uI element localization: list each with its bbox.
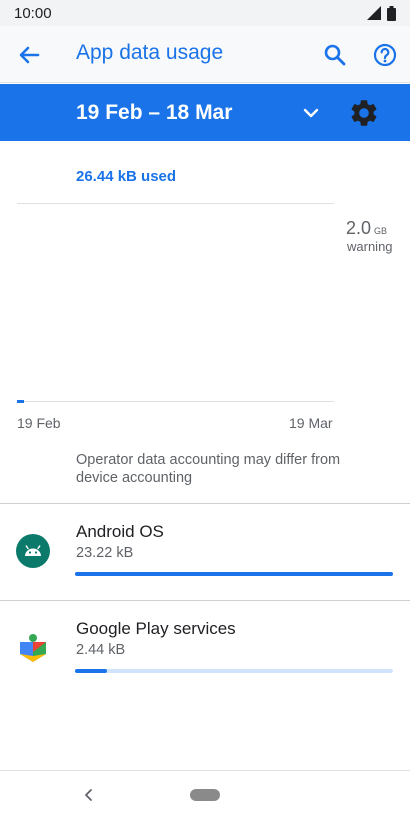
signal-icon xyxy=(367,6,381,20)
page-title: App data usage xyxy=(76,41,224,64)
usage-bar xyxy=(75,572,393,576)
warning-unit: GB xyxy=(374,226,388,236)
accounting-note: Operator data accounting may differ from… xyxy=(76,452,341,486)
app-row-google-play-services[interactable]: Google Play services 2.44 kB xyxy=(0,601,410,697)
chevron-down-icon[interactable] xyxy=(296,98,326,128)
usage-bar-fill xyxy=(75,669,107,673)
app-name: Google Play services xyxy=(76,619,236,638)
usage-bar xyxy=(75,669,393,673)
battery-icon xyxy=(387,5,396,21)
help-icon[interactable] xyxy=(370,40,400,70)
back-chevron-icon[interactable] xyxy=(80,786,98,804)
axis-end-label: 19 Mar xyxy=(289,415,333,431)
gear-icon[interactable] xyxy=(348,97,380,129)
app-row-android-os[interactable]: Android OS 23.22 kB xyxy=(0,504,410,600)
usage-line xyxy=(17,400,24,403)
app-bar: App data usage xyxy=(0,26,410,83)
android-icon xyxy=(16,534,50,568)
period-bar: 19 Feb – 18 Mar xyxy=(0,84,410,141)
status-icons xyxy=(367,5,396,21)
chart-baseline xyxy=(17,401,334,402)
search-icon[interactable] xyxy=(320,40,350,70)
warning-value: 2.0 GB xyxy=(346,218,387,239)
warning-number: 2.0 xyxy=(346,218,372,238)
chart-warning-line xyxy=(17,203,334,204)
back-arrow-icon[interactable] xyxy=(14,40,44,70)
axis-start-label: 19 Feb xyxy=(17,415,61,431)
puzzle-piece-icon xyxy=(20,634,46,662)
app-size: 23.22 kB xyxy=(76,545,134,561)
period-label[interactable]: 19 Feb – 18 Mar xyxy=(76,101,232,125)
home-pill[interactable] xyxy=(190,789,220,801)
app-name: Android OS xyxy=(76,522,164,541)
data-used-label: 26.44 kB used xyxy=(76,168,177,185)
status-time: 10:00 xyxy=(14,4,52,22)
usage-bar-fill xyxy=(75,572,393,576)
status-bar: 10:00 xyxy=(0,0,410,26)
navigation-bar xyxy=(0,770,410,820)
warning-label: warning xyxy=(347,239,393,254)
app-size: 2.44 kB xyxy=(76,642,126,658)
